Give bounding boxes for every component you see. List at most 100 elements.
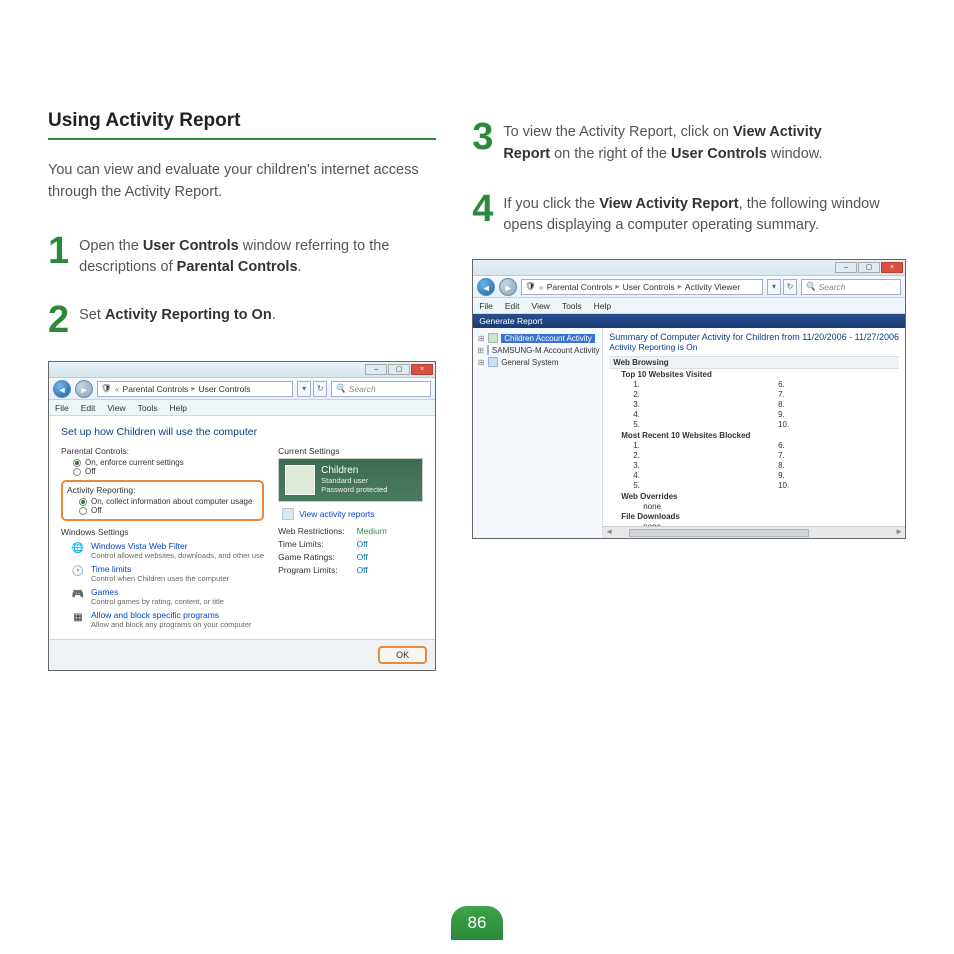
summary-title: Summary of Computer Activity for Childre… [609,332,899,342]
user-card: Children Standard user Password protecte… [278,458,423,502]
step-1-text: Open the [79,238,143,254]
step-2-bold: Activity Reporting to On [105,307,272,323]
avatar [285,465,315,495]
step-1-number: 1 [48,232,69,280]
step-4-number: 4 [472,190,493,238]
search-input[interactable]: 🔍 Search [331,381,431,397]
windows-settings-label: Windows Settings [61,527,264,537]
refresh-button[interactable]: ↻ [783,279,797,295]
shield-icon: 🛡 [525,281,536,292]
step-2: 2 Set Activity Reporting to On. [48,301,436,339]
tree-item-samsung[interactable]: SAMSUNG-M Account Activity [492,346,600,355]
file-downloads-header: File Downloads [609,511,899,522]
ar-off-radio[interactable] [79,507,87,515]
menu-edit[interactable]: Edit [505,301,520,311]
menu-file[interactable]: File [479,301,493,311]
step-2-number: 2 [48,301,69,339]
game-ratings-value: Off [357,552,424,562]
clock-icon: 🕑 [71,564,85,578]
tree-panel: ⊞ Children Account Activity ⊞ SAMSUNG-M Ac… [473,328,603,538]
tree-item-general[interactable]: General System [501,358,558,367]
step-3-number: 3 [472,118,493,166]
screenshot-activity-viewer: – ▢ × ◄ ► 🛡 « Parental Controls ▸ User C… [472,259,906,539]
menu-view[interactable]: View [107,403,125,413]
dropdown-button[interactable]: ▾ [297,381,311,397]
user-name: Children [321,465,387,476]
screenshot-user-controls: – ▢ × ◄ ► 🛡 « Parental Controls ▸ User C… [48,361,436,671]
view-activity-reports-link[interactable]: View activity reports [282,508,423,520]
report-panel: Summary of Computer Activity for Childre… [603,328,905,538]
page-number: 86 [451,906,503,940]
globe-icon: 🌐 [71,541,85,555]
parental-controls-label: Parental Controls: [61,446,264,456]
generate-report-bar[interactable]: Generate Report [473,314,905,328]
web-overrides-header: Web Overrides [609,491,899,502]
activity-reporting-status: Activity Reporting is On [609,342,899,352]
current-settings-label: Current Settings [278,446,423,456]
address-bar: ◄ ► 🛡 « Parental Controls ▸ User Control… [473,276,905,298]
menu-tools[interactable]: Tools [562,301,582,311]
games-icon: 🎮 [71,587,85,601]
close-button[interactable]: × [881,262,903,273]
programs-link[interactable]: Allow and block specific programs [91,610,264,620]
ok-button[interactable]: OK [378,646,427,664]
horizontal-scrollbar[interactable]: ◄ ► [603,526,905,538]
step-4: 4 If you click the View Activity Report,… [472,190,906,238]
scroll-right-icon[interactable]: ► [893,527,905,539]
search-icon: 🔍 [805,281,816,292]
ar-on-radio[interactable] [79,498,87,506]
web-restrictions-value: Medium [357,526,424,536]
search-input[interactable]: 🔍 Search [801,279,901,295]
menu-help[interactable]: Help [169,403,186,413]
tree-item-children[interactable]: Children Account Activity [501,334,595,343]
report-icon [282,508,294,520]
programs-icon: ▦ [71,610,85,624]
games-link[interactable]: Games [91,587,264,597]
minimize-button[interactable]: – [835,262,857,273]
forward-button[interactable]: ► [499,278,517,296]
scroll-thumb[interactable] [629,529,809,537]
menu-help[interactable]: Help [594,301,611,311]
shield-icon: 🛡 [101,383,112,394]
forward-button[interactable]: ► [75,380,93,398]
refresh-button[interactable]: ↻ [313,381,327,397]
time-limits-link[interactable]: Time limits [91,564,264,574]
search-icon: 🔍 [335,383,346,394]
tree-expand-icon[interactable]: ⊞ [477,358,485,367]
tree-expand-icon[interactable]: ⊞ [477,346,484,355]
menubar: File Edit View Tools Help [49,400,435,416]
activity-reporting-label: Activity Reporting: [67,485,258,495]
step-1-bold-2: Parental Controls [177,259,298,275]
step-3: 3 To view the Activity Report, click on … [472,118,906,166]
window-titlebar: – ▢ × [49,362,435,378]
breadcrumb[interactable]: 🛡 « Parental Controls ▸ User Controls ▸ … [521,279,763,295]
menu-edit[interactable]: Edit [81,403,96,413]
back-button[interactable]: ◄ [53,380,71,398]
blocked-10-header: Most Recent 10 Websites Blocked [609,430,899,441]
time-limits-value: Off [357,539,424,549]
web-filter-link[interactable]: Windows Vista Web Filter [91,541,264,551]
tree-expand-icon[interactable]: ⊞ [477,334,485,343]
menu-view[interactable]: View [532,301,550,311]
page-heading: Set up how Children will use the compute… [61,426,423,438]
pc-off-radio[interactable] [73,468,81,476]
menu-file[interactable]: File [55,403,69,413]
activity-reporting-highlight: Activity Reporting: On, collect informat… [61,480,264,521]
close-button[interactable]: × [411,364,433,375]
menu-tools[interactable]: Tools [138,403,158,413]
back-button[interactable]: ◄ [477,278,495,296]
folder-icon [487,345,489,355]
breadcrumb[interactable]: 🛡 « Parental Controls ▸ User Controls [97,381,293,397]
pc-on-radio[interactable] [73,459,81,467]
dropdown-button[interactable]: ▾ [767,279,781,295]
maximize-button[interactable]: ▢ [858,262,880,273]
minimize-button[interactable]: – [365,364,387,375]
folder-icon [488,333,498,343]
step-1: 1 Open the User Controls window referrin… [48,232,436,280]
intro-text: You can view and evaluate your children'… [48,160,436,204]
program-limits-value: Off [357,565,424,575]
web-browsing-header: Web Browsing [609,356,899,369]
maximize-button[interactable]: ▢ [388,364,410,375]
scroll-left-icon[interactable]: ◄ [603,527,615,539]
top-10-visited-header: Top 10 Websites Visited [609,369,899,380]
